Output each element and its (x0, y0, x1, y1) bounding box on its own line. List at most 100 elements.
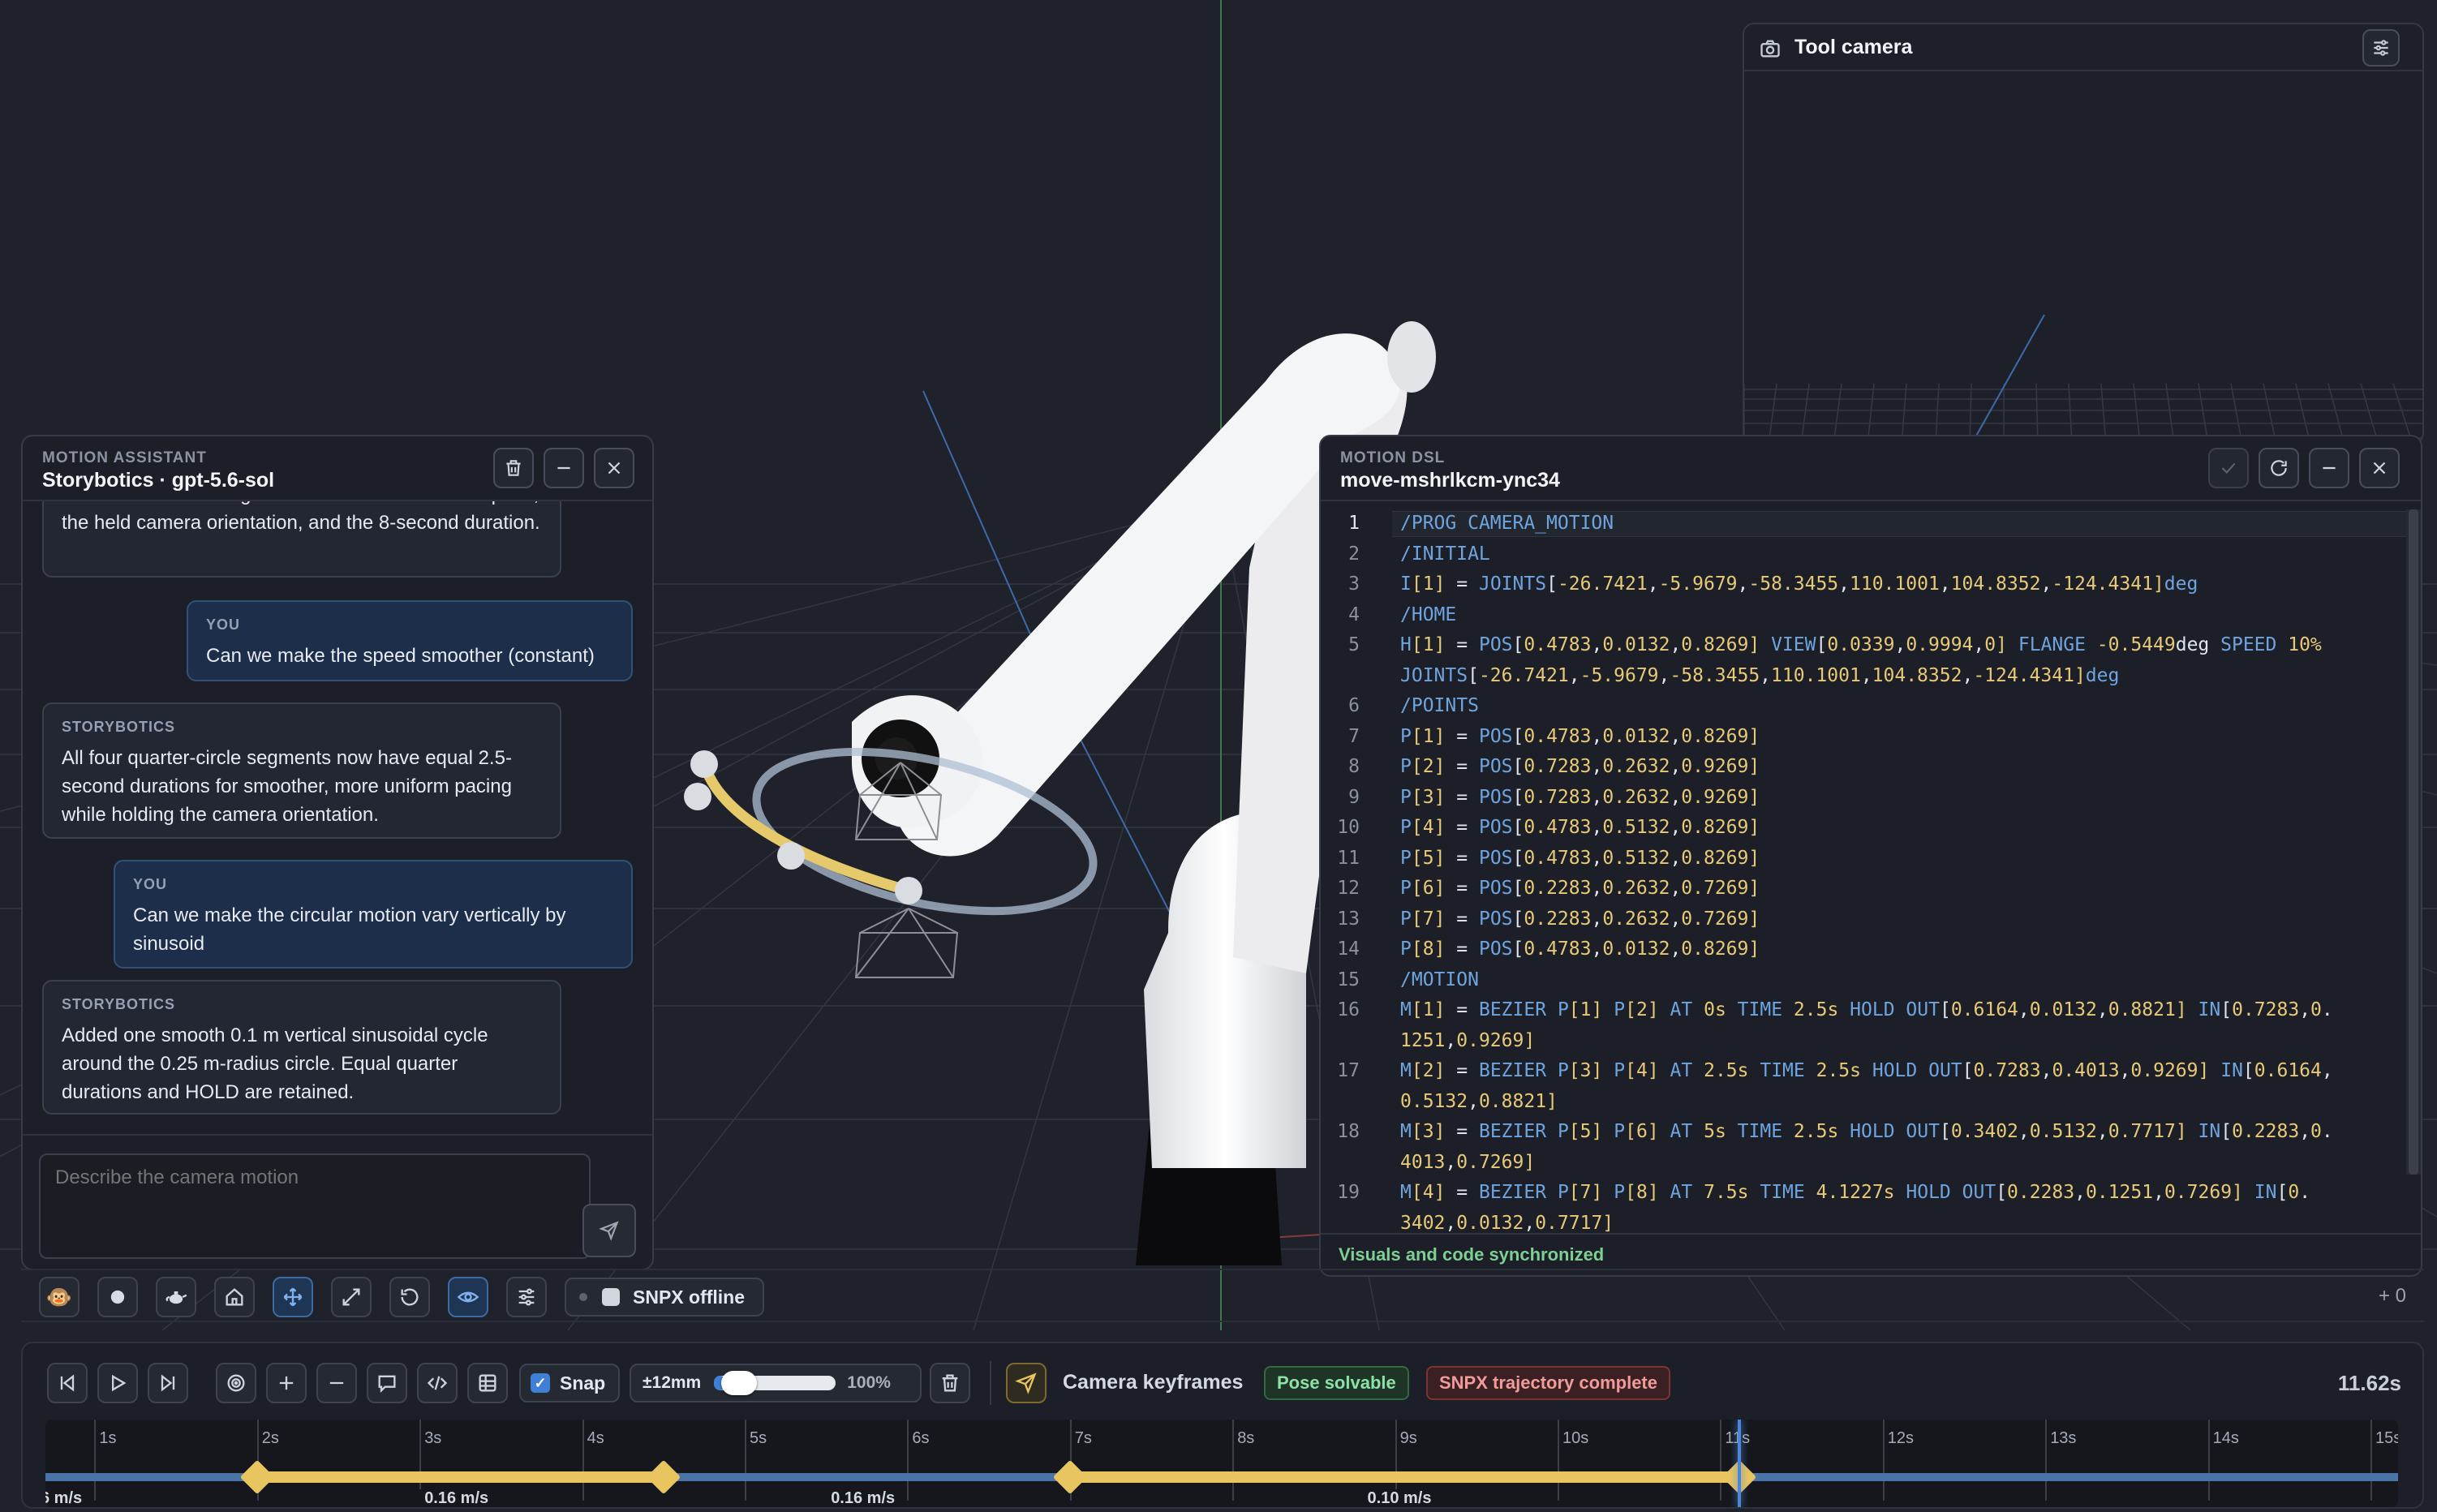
scale-tool-button[interactable] (331, 1277, 372, 1317)
trajectory-point[interactable] (690, 750, 718, 778)
code-line[interactable]: /INITIAL (1400, 543, 1490, 565)
line-number: 9 (1348, 786, 1360, 808)
play-button[interactable] (97, 1363, 138, 1403)
delete-button[interactable] (930, 1363, 970, 1403)
time-tick-label: 13s (2050, 1429, 2077, 1447)
code-line[interactable]: /PROG CAMERA_MOTION (1400, 513, 1614, 534)
view-settings-button[interactable] (506, 1277, 547, 1317)
code-line[interactable]: /POINTS (1400, 695, 1479, 716)
keyframe-diamond[interactable] (239, 1459, 275, 1495)
table-button[interactable] (467, 1363, 508, 1403)
visibility-button[interactable] (448, 1277, 488, 1317)
close-assistant-button[interactable] (594, 448, 634, 488)
code-line[interactable]: M[1] = BEZIER P[1] P[2] AT 0s TIME 2.5s … (1400, 999, 2333, 1020)
code-line[interactable]: JOINTS[-26.7421,-5.9679,-58.3455,110.100… (1400, 665, 2119, 686)
apply-button[interactable] (2208, 448, 2249, 488)
target-button[interactable] (216, 1363, 256, 1403)
code-line[interactable]: 1251,0.9269] (1400, 1030, 1535, 1051)
tolerance-label: ±12mm (643, 1373, 702, 1392)
code-line[interactable]: 4013,0.7269] (1400, 1152, 1535, 1173)
keyframe-diamond[interactable] (1052, 1459, 1088, 1495)
motion-prompt-input[interactable] (39, 1153, 591, 1259)
teapot-icon (165, 1291, 187, 1304)
camera-settings-button[interactable] (2362, 29, 2400, 67)
code-line[interactable]: P[3] = POS[0.7283,0.2632,0.9269] (1400, 787, 1760, 808)
clear-chat-button[interactable] (493, 448, 534, 488)
time-tick (419, 1420, 422, 1501)
code-line[interactable]: M[2] = BEZIER P[3] P[4] AT 2.5s TIME 2.5… (1400, 1060, 2333, 1081)
code-line[interactable]: P[1] = POS[0.4783,0.0132,0.8269] (1400, 726, 1760, 747)
playhead[interactable] (1738, 1420, 1742, 1507)
snpx-checkbox[interactable] (602, 1288, 620, 1306)
trajectory-point[interactable] (777, 842, 805, 870)
snap-toggle[interactable]: ✓ Snap (519, 1364, 620, 1402)
timeline-track[interactable]: 1s2s3s4s5s6s7s8s9s10s11s12s13s14s15s 0.1… (45, 1420, 2398, 1507)
time-tick (2207, 1420, 2210, 1501)
reset-button[interactable] (2259, 448, 2299, 488)
close-dsl-button[interactable] (2359, 448, 2400, 488)
code-line[interactable]: /MOTION (1400, 969, 1479, 990)
code-line[interactable]: 3402,0.0132,0.7717] (1400, 1213, 1614, 1234)
skip-forward-button[interactable] (148, 1363, 188, 1403)
code-editor[interactable]: 1/PROG CAMERA_MOTION 2/INITIAL 3 I[1] = JOI… (1321, 503, 2406, 1233)
snap-checkbox-icon: ✓ (531, 1373, 550, 1393)
code-line[interactable]: I[1] = JOINTS[-26.7421,-5.9679,-58.3455,… (1400, 573, 2198, 595)
zoom-slider-thumb[interactable] (721, 1371, 758, 1395)
code-line[interactable]: P[7] = POS[0.2283,0.2632,0.7269] (1400, 908, 1760, 930)
comment-icon (378, 1375, 396, 1394)
code-line[interactable]: 0.5132,0.8821] (1400, 1091, 1558, 1112)
camera-keyframes-button[interactable] (1006, 1363, 1047, 1403)
code-line[interactable]: M[3] = BEZIER P[5] P[6] AT 5s TIME 2.5s … (1400, 1121, 2333, 1142)
minus-icon (2323, 466, 2336, 470)
minimize-dsl-button[interactable] (2309, 448, 2349, 488)
line-number: 18 (1337, 1121, 1360, 1142)
message-role: YOU (133, 876, 168, 892)
move-icon (283, 1287, 303, 1307)
code-line[interactable]: P[2] = POS[0.7283,0.2632,0.9269] (1400, 756, 1760, 777)
code-line[interactable]: /HOME (1400, 604, 1456, 625)
line-number: 13 (1337, 908, 1360, 930)
minus-icon (557, 466, 570, 470)
line-number: 17 (1337, 1060, 1360, 1081)
editor-scrollbar[interactable] (2406, 509, 2421, 1175)
code-line[interactable]: P[8] = POS[0.4783,0.0132,0.8269] (1400, 939, 1760, 960)
time-tick (1882, 1420, 1885, 1501)
rotate-tool-button[interactable] (389, 1277, 430, 1317)
trajectory-complete-badge: SNPX trajectory complete (1426, 1366, 1670, 1400)
comment-button[interactable] (367, 1363, 407, 1403)
trajectory-point[interactable] (684, 783, 711, 810)
mascot-button[interactable]: 🐵 (39, 1277, 80, 1317)
sphere-button[interactable] (97, 1277, 138, 1317)
move-tool-button[interactable] (273, 1277, 313, 1317)
code-line[interactable]: H[1] = POS[0.4783,0.0132,0.8269] VIEW[0.… (1400, 634, 2322, 655)
keyframe-segment[interactable] (1069, 1471, 1740, 1483)
keyframe-diamond[interactable] (646, 1459, 681, 1495)
time-tick-label: 2s (261, 1429, 279, 1447)
object-counter: + 0 (2378, 1285, 2406, 1307)
send-button[interactable] (582, 1204, 636, 1257)
code-line[interactable]: P[4] = POS[0.4783,0.5132,0.8269] (1400, 817, 1760, 838)
code-line[interactable]: P[5] = POS[0.4783,0.5132,0.8269] (1400, 848, 1760, 869)
dsl-title: move-mshrlkcm-ync34 (1340, 469, 1560, 492)
code-button[interactable] (417, 1363, 458, 1403)
segment-speed-label: 0.10 m/s (1362, 1489, 1437, 1507)
remove-keyframe-button[interactable] (316, 1363, 357, 1403)
time-tick-label: 10s (1562, 1429, 1589, 1447)
code-line[interactable]: M[4] = BEZIER P[7] P[8] AT 7.5s TIME 4.1… (1400, 1182, 2310, 1203)
segment-speed-label: 0.16 m/s (45, 1489, 88, 1507)
add-keyframe-button[interactable] (266, 1363, 307, 1403)
minimize-assistant-button[interactable] (544, 448, 584, 488)
time-tick (1720, 1420, 1722, 1501)
keyframe-segment[interactable] (256, 1471, 664, 1483)
chat-messages[interactable]: 0.25 m while retaining Home as the start… (23, 501, 652, 1134)
code-line[interactable]: P[6] = POS[0.2283,0.2632,0.7269] (1400, 878, 1760, 899)
skip-back-button[interactable] (47, 1363, 88, 1403)
snpx-status-pill[interactable]: SNPX offline (565, 1278, 764, 1317)
zoom-slider[interactable] (714, 1371, 836, 1395)
time-tick-label: 3s (424, 1429, 442, 1447)
trajectory-point[interactable] (895, 877, 922, 904)
time-tick-label: 7s (1074, 1429, 1092, 1447)
segment-speed-label: 0.16 m/s (826, 1489, 900, 1507)
teapot-button[interactable] (156, 1277, 196, 1317)
home-button[interactable] (214, 1277, 255, 1317)
